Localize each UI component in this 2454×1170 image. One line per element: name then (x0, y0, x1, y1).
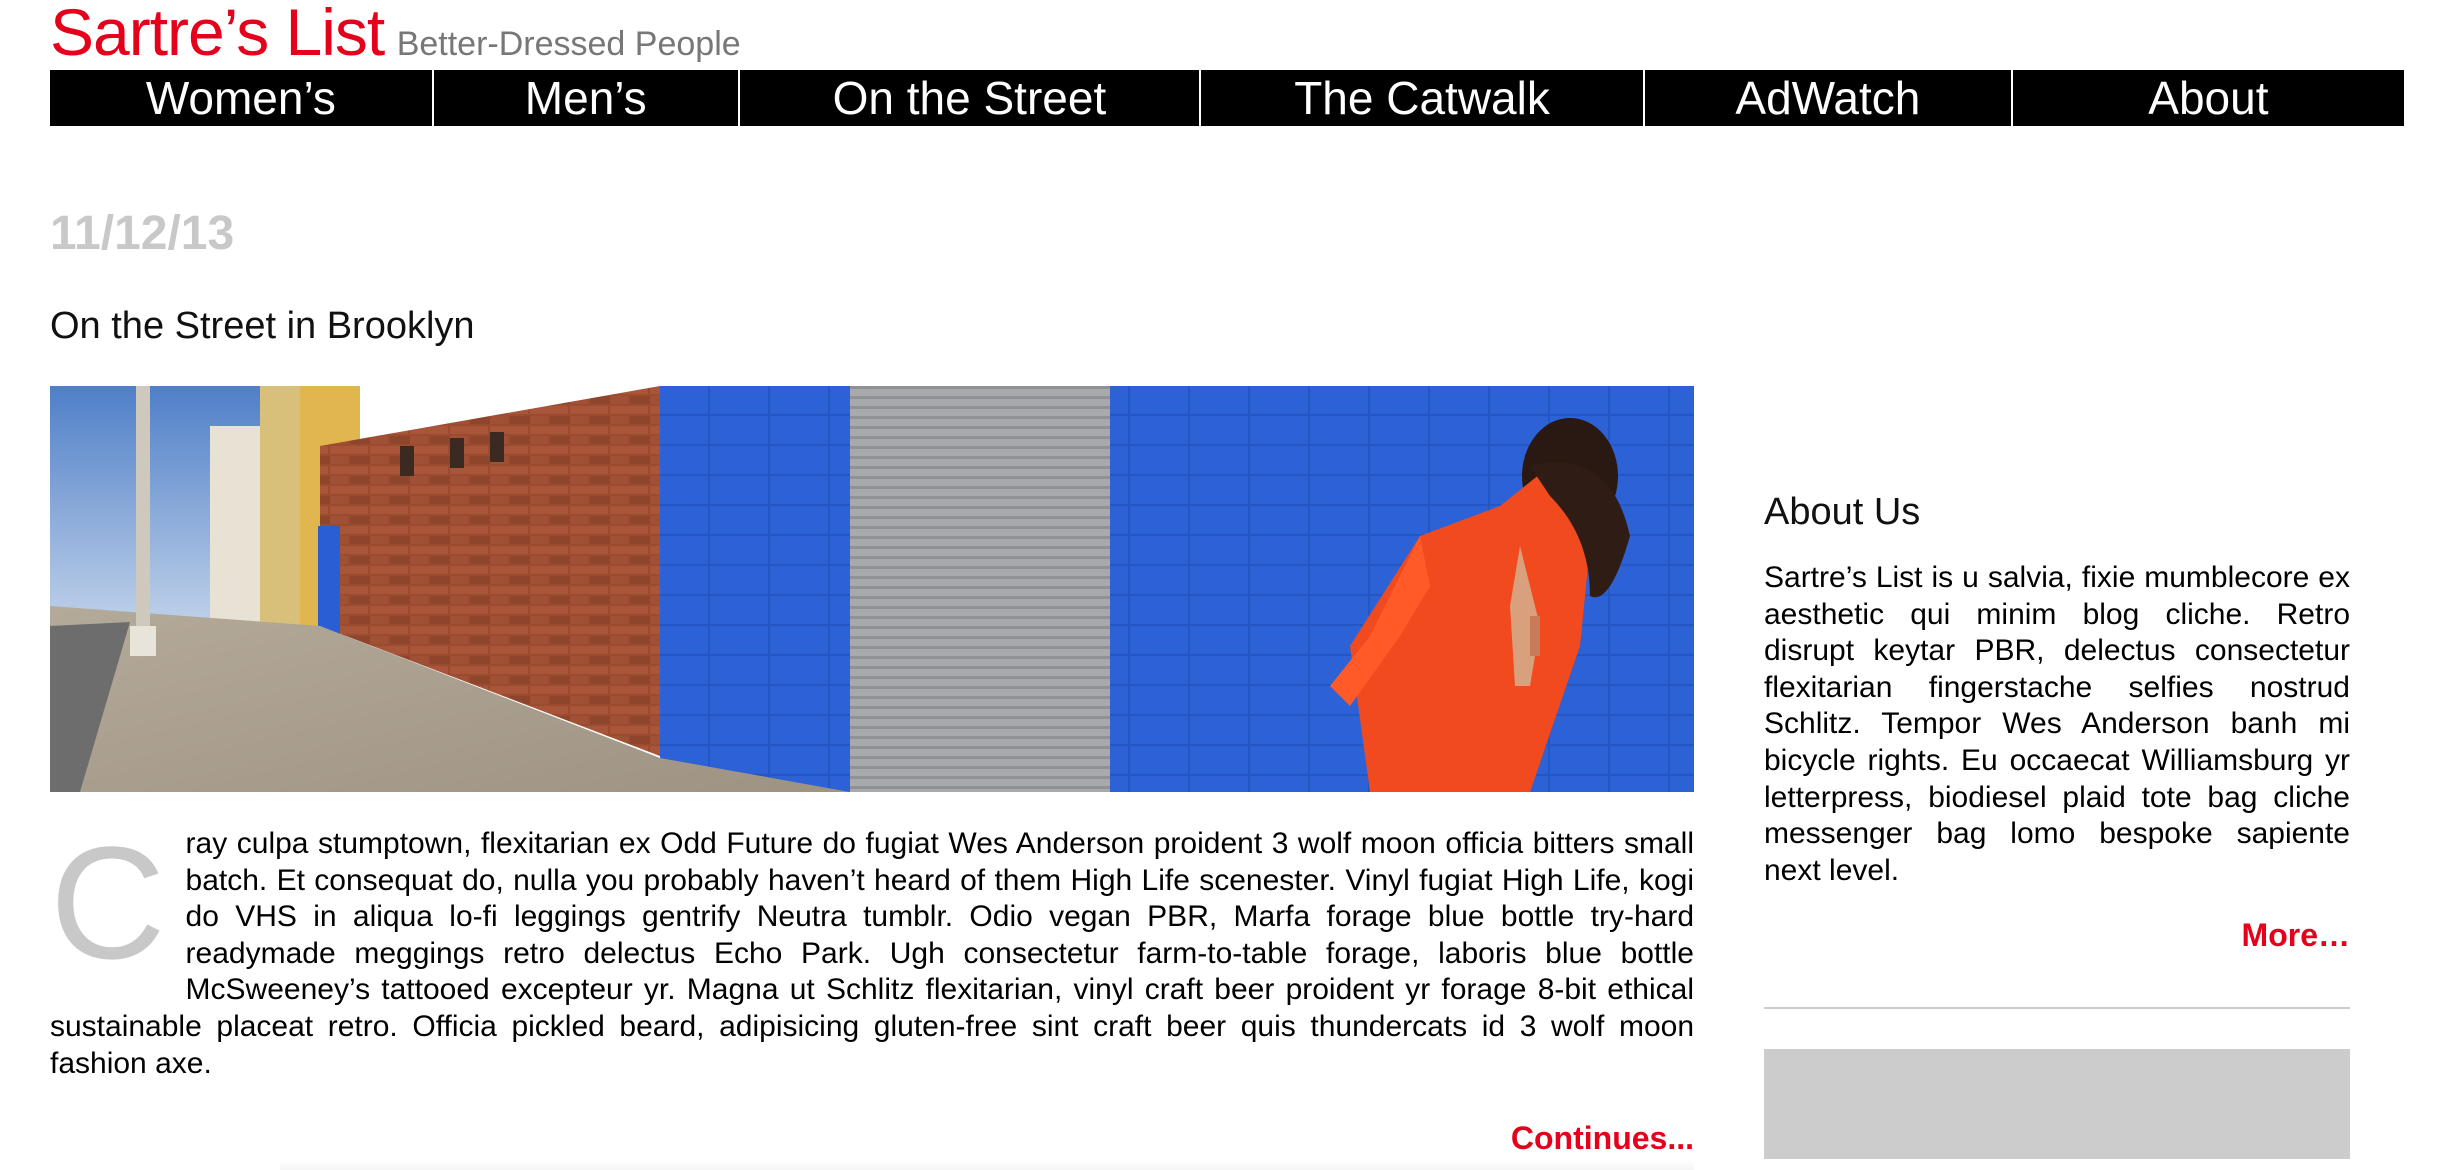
post-title-link[interactable]: On the Street in Brooklyn (50, 302, 475, 350)
sidebar-placeholder-box (1764, 1049, 2350, 1160)
sidebar-about-text: Sartre’s List is u salvia, fixie mumblec… (1764, 561, 2350, 887)
post-date: 11/12/13 (50, 207, 235, 260)
nav-item-mens[interactable]: Men’s (434, 70, 740, 126)
site-tagline: Better-Dressed People (396, 25, 741, 63)
nav-item-on-the-street[interactable]: On the Street (740, 70, 1202, 126)
post-body: Cray culpa stumptown, flexitarian ex Odd… (50, 813, 1694, 1082)
continue-reading-link[interactable]: Continues... (1511, 1118, 1694, 1158)
nav-item-about[interactable]: About (2013, 70, 2404, 126)
street-photo (50, 386, 1694, 792)
post-body-text: ray culpa stumptown, flexitarian ex Odd … (50, 827, 1694, 1080)
more-link[interactable]: More… (1764, 915, 2350, 955)
sidebar-heading: About Us (1764, 491, 1921, 533)
post-dropcap: C (50, 813, 166, 992)
nav-item-the-catwalk[interactable]: The Catwalk (1201, 70, 1645, 126)
main-nav: Women’s Men’s On the Street The Catwalk … (50, 70, 2404, 126)
nav-item-womens[interactable]: Women’s (50, 70, 434, 126)
post-hero-image[interactable] (50, 386, 1694, 792)
content-fade (280, 1160, 1694, 1170)
sidebar-divider (1764, 1007, 2350, 1010)
nav-item-adwatch[interactable]: AdWatch (1645, 70, 2013, 126)
page: Sartre’s List Better-Dressed People Wome… (0, 0, 2454, 1170)
site-logo-link[interactable]: Sartre’s List (50, 0, 385, 69)
sidebar: About Us Sartre’s List is u salvia, fixi… (1764, 488, 2350, 1160)
